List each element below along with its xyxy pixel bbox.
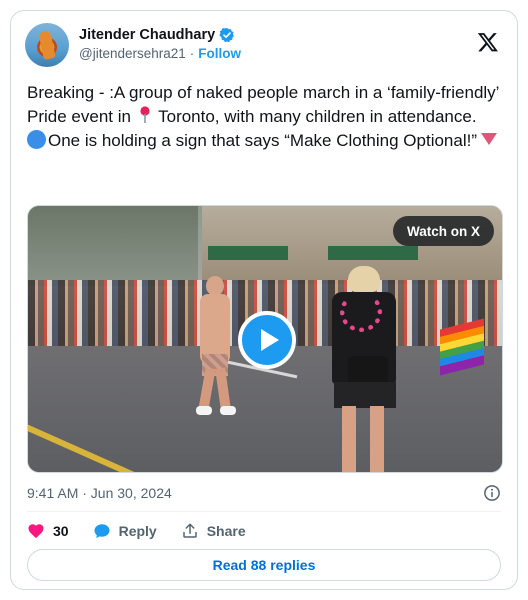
tweet-meta: 9:41 AM · Jun 30, 2024: [27, 481, 501, 505]
blue-circle-icon: [27, 130, 46, 149]
avatar[interactable]: [25, 23, 69, 67]
handle[interactable]: @jitendersehra21: [79, 46, 186, 61]
divider: [27, 511, 501, 512]
share-label: Share: [206, 523, 246, 539]
round-pushpin-icon: [140, 106, 150, 123]
video-player[interactable]: Watch on X: [27, 205, 503, 473]
tweet-paragraph-1: Breaking - :A group of naked people marc…: [27, 81, 507, 129]
share-icon: [182, 523, 197, 538]
action-bar: 30 Reply Share: [27, 519, 246, 543]
read-replies-button[interactable]: Read 88 replies: [27, 549, 501, 581]
like-count: 30: [53, 523, 69, 539]
tweet-header: Jitender Chaudhary @jitendersehra21 · Fo…: [25, 23, 503, 71]
like-button[interactable]: 30: [27, 522, 69, 540]
tweet-paragraph-2: One is holding a sign that says “Make Cl…: [27, 129, 507, 153]
play-button[interactable]: [238, 311, 296, 369]
follow-button[interactable]: Follow: [198, 46, 241, 61]
info-icon[interactable]: [483, 484, 501, 502]
timestamp[interactable]: 9:41 AM · Jun 30, 2024: [27, 485, 172, 501]
tweet-card: Jitender Chaudhary @jitendersehra21 · Fo…: [10, 10, 518, 590]
tweet-text: Breaking - :A group of naked people marc…: [27, 81, 507, 153]
verified-badge-icon: [219, 28, 235, 43]
watch-on-x-button[interactable]: Watch on X: [393, 216, 494, 246]
x-logo-icon[interactable]: [477, 31, 499, 53]
red-triangle-down-icon: [481, 133, 498, 145]
share-button[interactable]: Share: [181, 522, 246, 540]
tweet-text-part-3: One is holding a sign that says “Make Cl…: [48, 131, 478, 150]
separator-dot: ·: [189, 46, 195, 61]
tweet-text-part-2: Toronto, with many children in attendanc…: [158, 107, 477, 126]
reply-button[interactable]: Reply: [93, 522, 157, 540]
heart-icon: [28, 524, 44, 539]
display-name[interactable]: Jitender Chaudhary: [79, 27, 215, 43]
reply-bubble-icon: [94, 524, 110, 539]
author-info: Jitender Chaudhary @jitendersehra21 · Fo…: [79, 27, 241, 61]
reply-label: Reply: [118, 523, 157, 539]
play-icon: [260, 329, 279, 351]
